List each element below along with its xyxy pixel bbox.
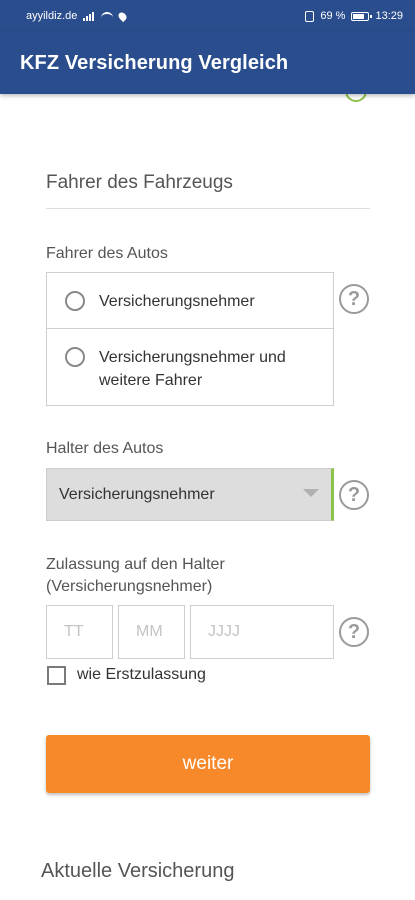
same-as-first-registration-label: wie Erstzulassung bbox=[77, 666, 206, 683]
day-input[interactable]: TT bbox=[46, 605, 113, 659]
driver-radio-group: Versicherungsnehmer Versicherungsnehmer … bbox=[46, 272, 334, 406]
radio-label: Versicherungsnehmer und weitere Fahrer bbox=[99, 346, 286, 392]
driver-label: Fahrer des Autos bbox=[46, 245, 168, 262]
wifi-icon bbox=[101, 11, 114, 21]
app-bar: KFZ Versicherung Vergleich bbox=[0, 32, 415, 94]
radio-button[interactable] bbox=[65, 291, 85, 311]
holder-label: Halter des Autos bbox=[46, 440, 164, 457]
registration-label-line2: (Versicherungsnehmer) bbox=[46, 578, 213, 595]
radio-button[interactable] bbox=[65, 347, 85, 367]
month-placeholder: MM bbox=[136, 623, 163, 640]
location-icon bbox=[117, 10, 129, 22]
same-as-first-registration-checkbox[interactable] bbox=[47, 666, 66, 685]
section-divider bbox=[46, 208, 370, 209]
radio-label-line1: Versicherungsnehmer und bbox=[99, 349, 286, 366]
month-input[interactable]: MM bbox=[118, 605, 185, 659]
holder-select[interactable]: Versicherungsnehmer bbox=[46, 468, 334, 521]
radio-label: Versicherungsnehmer bbox=[99, 293, 255, 310]
carrier-name: ayyildiz.de bbox=[26, 10, 78, 22]
section-title: Fahrer des Fahrzeugs bbox=[46, 172, 233, 193]
holder-select-value: Versicherungsnehmer bbox=[59, 485, 215, 503]
vibrate-icon bbox=[305, 10, 315, 22]
battery-percent: 69 % bbox=[320, 10, 346, 22]
app-title: KFZ Versicherung Vergleich bbox=[20, 51, 289, 74]
registration-label-line1: Zulassung auf den Halter bbox=[46, 556, 225, 573]
year-placeholder: JJJJ bbox=[208, 623, 240, 640]
continue-button[interactable]: weiter bbox=[46, 735, 370, 793]
radio-label-line2: weitere Fahrer bbox=[99, 372, 203, 389]
day-placeholder: TT bbox=[64, 623, 84, 640]
year-input[interactable]: JJJJ bbox=[190, 605, 334, 659]
signal-icon bbox=[83, 11, 95, 21]
radio-option-policyholder-and-drivers[interactable]: Versicherungsnehmer und weitere Fahrer bbox=[47, 328, 333, 406]
registration-help-icon[interactable]: ? bbox=[339, 617, 369, 647]
status-bar: ayyildiz.de 69 % 13:29 bbox=[0, 0, 415, 32]
battery-icon bbox=[351, 11, 373, 21]
next-section-title: Aktuelle Versicherung bbox=[41, 860, 235, 882]
registration-label: Zulassung auf den Halter (Versicherungsn… bbox=[46, 554, 225, 598]
driver-help-icon[interactable]: ? bbox=[339, 284, 369, 314]
clock: 13:29 bbox=[375, 10, 403, 22]
holder-help-icon[interactable]: ? bbox=[339, 480, 369, 510]
radio-option-policyholder[interactable]: Versicherungsnehmer bbox=[47, 273, 333, 328]
dropdown-arrow-icon bbox=[303, 489, 319, 497]
